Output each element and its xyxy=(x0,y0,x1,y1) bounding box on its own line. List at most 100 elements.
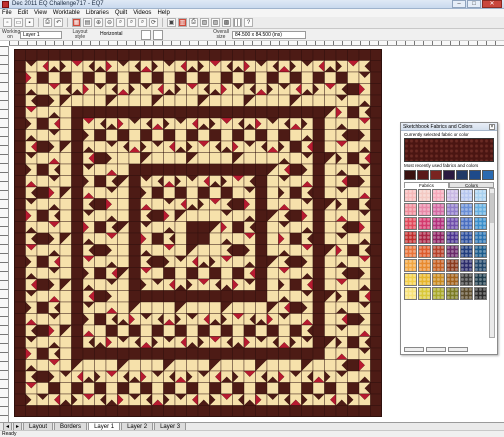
menu-videos[interactable]: Videos xyxy=(133,9,151,17)
fabric-swatch[interactable] xyxy=(460,245,473,258)
recent-fabric-swatch[interactable] xyxy=(417,170,429,180)
fabric-swatch[interactable] xyxy=(474,217,487,230)
fabric-swatch[interactable] xyxy=(446,287,459,300)
fabric-swatch[interactable] xyxy=(460,259,473,272)
grid-icon[interactable] xyxy=(233,18,242,27)
recent-fabric-swatch[interactable] xyxy=(430,170,442,180)
recent-fabric-swatch[interactable] xyxy=(482,170,494,180)
tab-layout[interactable]: Layout xyxy=(23,422,54,430)
fabric-swatch[interactable] xyxy=(432,203,445,216)
fabric-swatch[interactable] xyxy=(432,273,445,286)
fabric-swatch[interactable] xyxy=(432,287,445,300)
worktable-quilt-icon[interactable]: ▦ xyxy=(72,18,81,27)
fabric-yardage-icon[interactable]: ▧ xyxy=(200,18,209,27)
menu-worktable[interactable]: Worktable xyxy=(53,9,80,17)
working-on-select[interactable]: Layer 1 xyxy=(20,31,62,39)
fabric-swatch[interactable] xyxy=(404,273,417,286)
fabric-swatch[interactable] xyxy=(404,259,417,272)
recent-fabric-swatch[interactable] xyxy=(469,170,481,180)
minimize-button[interactable]: – xyxy=(452,0,466,8)
fabric-swatch[interactable] xyxy=(404,231,417,244)
fabric-swatch[interactable] xyxy=(474,203,487,216)
fabric-swatch[interactable] xyxy=(446,203,459,216)
fabric-swatch[interactable] xyxy=(432,189,445,202)
tab-layer-1[interactable]: Layer 1 xyxy=(88,422,121,430)
tab-fabrics[interactable]: Fabrics xyxy=(404,182,449,188)
new-file-icon[interactable]: ▫ xyxy=(3,18,12,27)
fabric-swatch[interactable] xyxy=(460,231,473,244)
fabric-swatch[interactable] xyxy=(474,273,487,286)
tab-scroll-left-icon[interactable]: ◂ xyxy=(3,422,13,430)
help-icon[interactable]: ? xyxy=(244,18,253,27)
zoom-in-icon[interactable]: ⊕ xyxy=(94,18,103,27)
zoom-out-icon[interactable]: ⊖ xyxy=(105,18,114,27)
fabric-swatch[interactable] xyxy=(418,273,431,286)
fabric-swatch[interactable] xyxy=(418,203,431,216)
palette-option-button[interactable] xyxy=(426,347,446,352)
tab-layer-3[interactable]: Layer 3 xyxy=(154,422,187,430)
fabric-icon[interactable]: ▤ xyxy=(83,18,92,27)
palette-scrollbar[interactable] xyxy=(489,188,495,338)
menu-edit[interactable]: Edit xyxy=(18,9,28,17)
library-icon[interactable]: ▥ xyxy=(178,18,187,27)
layout-grid-icon[interactable] xyxy=(141,30,151,40)
tab-colors[interactable]: Colors xyxy=(449,182,494,188)
fabric-swatch[interactable] xyxy=(432,245,445,258)
fabric-swatch[interactable] xyxy=(404,245,417,258)
fabric-swatch[interactable] xyxy=(418,245,431,258)
fabric-swatch[interactable] xyxy=(404,203,417,216)
open-folder-icon[interactable]: ▭ xyxy=(14,18,23,27)
recent-fabric-swatch[interactable] xyxy=(404,170,416,180)
recent-fabric-swatch[interactable] xyxy=(443,170,455,180)
fabric-swatch[interactable] xyxy=(418,217,431,230)
zoom-fit-icon[interactable]: ⌕ xyxy=(116,18,125,27)
tab-scroll-right-icon[interactable]: ▸ xyxy=(13,422,23,430)
layout-horizontal-icon[interactable] xyxy=(153,30,163,40)
palette-scroll-thumb[interactable] xyxy=(490,193,494,223)
zoom-box-icon[interactable]: ⌕ xyxy=(127,18,136,27)
block-icon[interactable]: ▨ xyxy=(211,18,220,27)
palette-option-button[interactable] xyxy=(404,347,424,352)
close-button[interactable]: ✕ xyxy=(482,0,502,8)
fabric-swatch[interactable] xyxy=(460,189,473,202)
fabric-swatch[interactable] xyxy=(404,189,417,202)
save-icon[interactable]: ▪ xyxy=(25,18,34,27)
fabric-swatch[interactable] xyxy=(446,217,459,230)
fabric-swatch[interactable] xyxy=(474,259,487,272)
fabric-swatch[interactable] xyxy=(404,217,417,230)
fabric-swatch[interactable] xyxy=(446,273,459,286)
fabric-swatch[interactable] xyxy=(404,287,417,300)
fabric-swatch[interactable] xyxy=(432,259,445,272)
maximize-button[interactable]: □ xyxy=(467,0,481,8)
fabric-swatch[interactable] xyxy=(474,231,487,244)
tab-layer-2[interactable]: Layer 2 xyxy=(121,422,154,430)
print-icon[interactable]: ⎙ xyxy=(43,18,52,27)
refresh-icon[interactable]: ⟳ xyxy=(149,18,158,27)
fabric-swatch[interactable] xyxy=(446,245,459,258)
fabric-swatch[interactable] xyxy=(460,203,473,216)
menu-libraries[interactable]: Libraries xyxy=(86,9,109,17)
fabric-swatch[interactable] xyxy=(418,259,431,272)
fabric-swatch[interactable] xyxy=(446,189,459,202)
fabric-swatch[interactable] xyxy=(446,259,459,272)
zoom-page-icon[interactable]: ⌕ xyxy=(138,18,147,27)
tab-borders[interactable]: Borders xyxy=(54,422,88,430)
fabric-swatch[interactable] xyxy=(474,245,487,258)
palette-close-icon[interactable]: × xyxy=(489,124,495,130)
fabric-swatch[interactable] xyxy=(446,231,459,244)
fabric-swatch[interactable] xyxy=(418,231,431,244)
quilt-design[interactable] xyxy=(14,49,382,417)
sketchbook-icon[interactable]: ▣ xyxy=(167,18,176,27)
palette-title[interactable]: Sketchbook Fabrics and Colors × xyxy=(401,123,497,131)
fabric-swatch[interactable] xyxy=(432,231,445,244)
undo-icon[interactable]: ↶ xyxy=(54,18,63,27)
palette-option-button[interactable] xyxy=(448,347,468,352)
fabric-swatch[interactable] xyxy=(460,287,473,300)
menu-view[interactable]: View xyxy=(34,9,47,17)
recent-fabric-swatch[interactable] xyxy=(456,170,468,180)
fabric-swatch[interactable] xyxy=(432,217,445,230)
calculator-icon[interactable]: ▩ xyxy=(222,18,231,27)
print-quilt-icon[interactable]: ⎙ xyxy=(189,18,198,27)
menu-help[interactable]: Help xyxy=(157,9,169,17)
fabric-swatch[interactable] xyxy=(460,217,473,230)
